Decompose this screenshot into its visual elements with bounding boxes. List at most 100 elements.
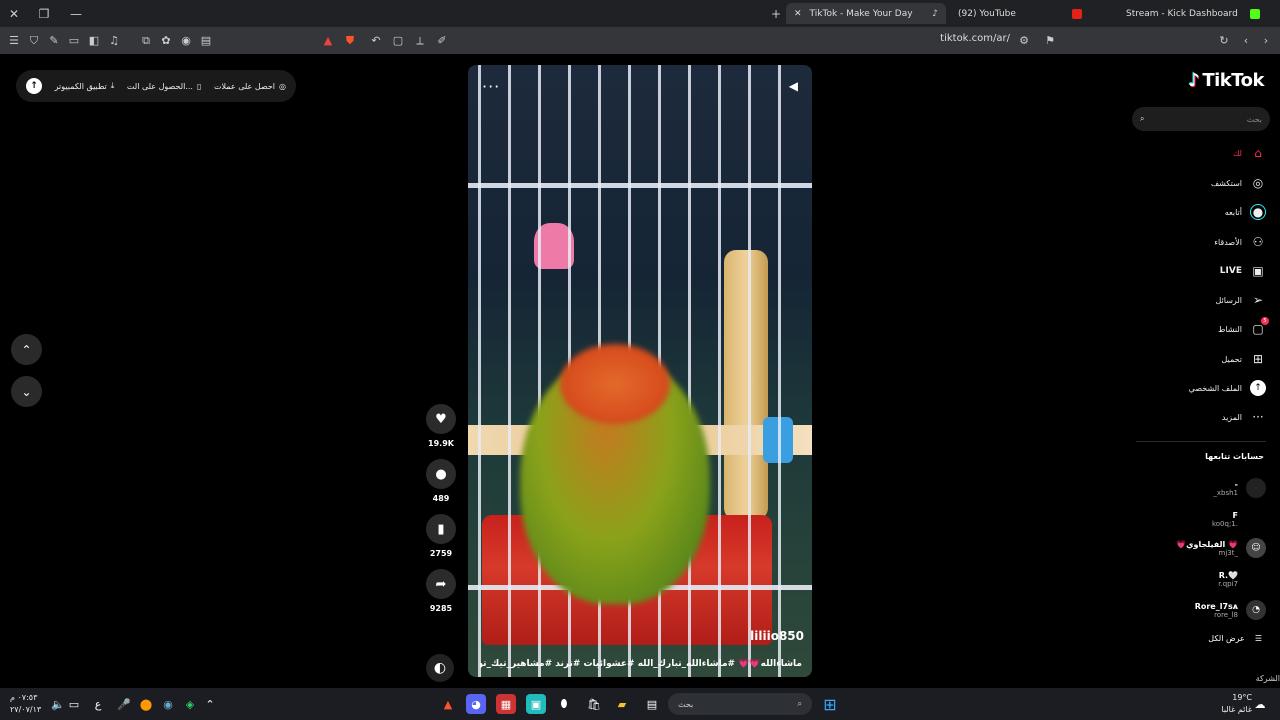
language-indicator[interactable]: ع [88, 694, 108, 714]
right-sidebar: ♪ TikTok ⌕ بحث لك ⌂ استكشف ◎ أتابعه ● ال… [1130, 54, 1280, 688]
activity-badge: 5 [1261, 317, 1269, 325]
back-history-icon[interactable]: ↶ [366, 31, 386, 51]
tabs-icon[interactable]: ▭ [64, 31, 84, 51]
file-explorer-icon[interactable]: ▰ [612, 694, 632, 714]
extensions-icon[interactable]: ✿ [156, 31, 176, 51]
brave-shield-icon[interactable]: ⛊ [340, 31, 360, 51]
store-icon[interactable]: 🛍 [584, 694, 604, 714]
upload-shortcut-icon[interactable]: ↑ [26, 78, 42, 94]
followed-account[interactable]: Fko0q;1. [1212, 509, 1266, 529]
avatar [1246, 569, 1266, 589]
comment-icon[interactable]: ● [426, 459, 456, 489]
browser-toolbar: ☰ ⛉ ✎ ▭ ◧ ♫ ⧉ ✿ ◉ ▤ ▲ ⛊ ↶ ▢ ⟂ ✐ tiktok.c… [0, 27, 1280, 54]
sidebar-item-more[interactable]: المزيد ··· [1222, 409, 1266, 425]
music-disc-icon[interactable]: ◐ [426, 654, 454, 682]
forward-icon[interactable]: › [1256, 31, 1276, 51]
kick-favicon-icon [1250, 8, 1260, 19]
music-icon[interactable]: ♫ [104, 31, 124, 51]
company-link[interactable]: الشركة [1256, 674, 1280, 683]
sidebar-item-messages[interactable]: الرسائل ➢ [1216, 292, 1267, 308]
avatar [1246, 509, 1266, 529]
previous-video-button[interactable]: ⌃ [11, 334, 42, 365]
wallet-icon[interactable]: ▤ [196, 31, 216, 51]
chevron-up-icon[interactable]: ⌃ [200, 694, 220, 714]
more-options-icon[interactable]: ··· [482, 77, 500, 96]
search-input[interactable]: ⌕ بحث [1132, 107, 1270, 131]
display-icon[interactable]: ▭ [64, 694, 84, 714]
followed-account[interactable]: R.🤍 r.qpi7 [1218, 569, 1266, 589]
search-icon[interactable]: ⌕ [1140, 114, 1144, 124]
followed-account[interactable]: - _xbsh1 [1213, 478, 1266, 498]
translate-icon[interactable]: ⟂ [410, 31, 430, 51]
tab-close-icon[interactable]: ✕ [794, 9, 802, 19]
sidebar-item-explore[interactable]: استكشف ◎ [1211, 175, 1266, 191]
weather-widget[interactable]: 19°C غائم غالبا [1221, 692, 1252, 716]
windows-start-icon[interactable]: ⊞ [820, 694, 840, 714]
get-coins-button[interactable]: احصل على عملات ◎ [214, 82, 286, 91]
menu-icon[interactable]: ☰ [4, 31, 24, 51]
tab-tiktok[interactable]: ✕ TikTok - Make Your Day ♪ [786, 3, 946, 24]
followed-account[interactable]: Rore_l7sᴀ rore_l8 ◔ [1195, 600, 1266, 620]
shield-icon[interactable]: ⛉ [24, 31, 44, 51]
avatar-icon: ● [1250, 204, 1266, 220]
app-taskbar-icon[interactable]: ▦ [496, 694, 516, 714]
more-icon: ··· [1252, 410, 1264, 424]
sidebar-item-for-you[interactable]: لك ⌂ [1233, 145, 1266, 161]
get-desktop-app-button[interactable]: تطبيق الكمبيوتر ⤓ [55, 81, 115, 91]
heart-icon[interactable]: ♥ [426, 404, 456, 434]
tiktok-note-icon: ♪ [1188, 70, 1200, 91]
video-author[interactable]: liliio850 [750, 629, 804, 643]
live-icon: ▣ [1252, 264, 1264, 278]
steam-icon[interactable]: ◉ [158, 694, 178, 714]
pen-icon[interactable]: ✎ [44, 31, 64, 51]
account-name: R.🤍 [1218, 570, 1238, 580]
security-tray-icon[interactable]: ◈ [180, 694, 200, 714]
sidebar-item-friends[interactable]: الأصدقاء ⚇ [1214, 234, 1266, 250]
task-view-icon[interactable]: ▤ [642, 694, 662, 714]
sidebar-item-profile[interactable]: الملف الشخصي ↑ [1189, 380, 1266, 396]
brave-taskbar-icon[interactable]: ▲ [438, 694, 458, 714]
discord-icon[interactable]: ◕ [466, 694, 486, 714]
restore-window-icon[interactable]: ❐ [30, 0, 58, 27]
brave-rewards-icon[interactable]: ▲ [318, 31, 338, 51]
browser-tab-bar: ✕ ❐ — + ✕ TikTok - Make Your Day ♪ (92) … [0, 0, 1280, 27]
tab-kick[interactable]: Stream - Kick Dashboard [1118, 3, 1268, 24]
share-icon[interactable]: ➦ [426, 569, 456, 599]
tray-app-icon[interactable]: ⬤ [136, 694, 156, 714]
microphone-icon[interactable]: 🎤 [114, 694, 134, 714]
followed-account[interactable]: 💗الفيلجاوي 💗 mj3t_ ☺ [1176, 538, 1266, 558]
friends-icon: ⚇ [1252, 235, 1264, 249]
get-app-button[interactable]: الحصول على الت... ▯ [127, 82, 201, 91]
sidebar-item-following[interactable]: أتابعه ● [1225, 204, 1266, 220]
edit-icon[interactable]: ✐ [432, 31, 452, 51]
minimize-window-icon[interactable]: — [62, 0, 90, 27]
sidebar-item-activity[interactable]: النشاط ▢ 5 [1218, 317, 1269, 337]
next-video-button[interactable]: ⌄ [11, 376, 42, 407]
bookmark-icon[interactable]: ▮ [426, 514, 456, 544]
terminal-icon[interactable]: ▣ [526, 694, 546, 714]
sidebar-item-label: الأصدقاء [1214, 237, 1242, 247]
sidebar-icon[interactable]: ◧ [84, 31, 104, 51]
bookmark-icon[interactable]: ⚑ [1040, 31, 1060, 51]
close-window-icon[interactable]: ✕ [0, 0, 28, 27]
sidebar-item-live[interactable]: LIVE ▣ [1220, 263, 1266, 279]
sound-icon[interactable]: ◀ [789, 79, 798, 93]
sidebar-item-label: LIVE [1219, 266, 1242, 276]
system-clock[interactable]: ٠٧:٥٣ م ٢٧/٠٧/١٣ [10, 692, 41, 716]
sidebar-item-upload[interactable]: تحميل ⊞ [1222, 351, 1267, 367]
tiktok-logo[interactable]: ♪ TikTok [1188, 70, 1264, 91]
tab-youtube[interactable]: (92) YouTube [950, 3, 1090, 24]
address-bar[interactable]: tiktok.com/ar/ [940, 33, 1010, 44]
sidebar-item-label: أتابعه [1224, 207, 1242, 217]
cookie-icon[interactable]: ◉ [176, 31, 196, 51]
cast-icon[interactable]: ▢ [388, 31, 408, 51]
tune-icon[interactable]: ⚙ [1014, 31, 1034, 51]
cloud-icon: ☁ [1254, 697, 1266, 711]
back-icon[interactable]: ‹ [1236, 31, 1256, 51]
taskbar-search-input[interactable]: بحث ⌕ [668, 693, 812, 715]
mouse-app-icon[interactable]: ⬮ [554, 694, 574, 714]
reload-icon[interactable]: ↻ [1214, 31, 1234, 51]
show-all-button[interactable]: عرض الكل ☰ [1208, 634, 1262, 643]
screenshot-icon[interactable]: ⧉ [136, 31, 156, 51]
account-handle: r.qpi7 [1218, 579, 1238, 588]
